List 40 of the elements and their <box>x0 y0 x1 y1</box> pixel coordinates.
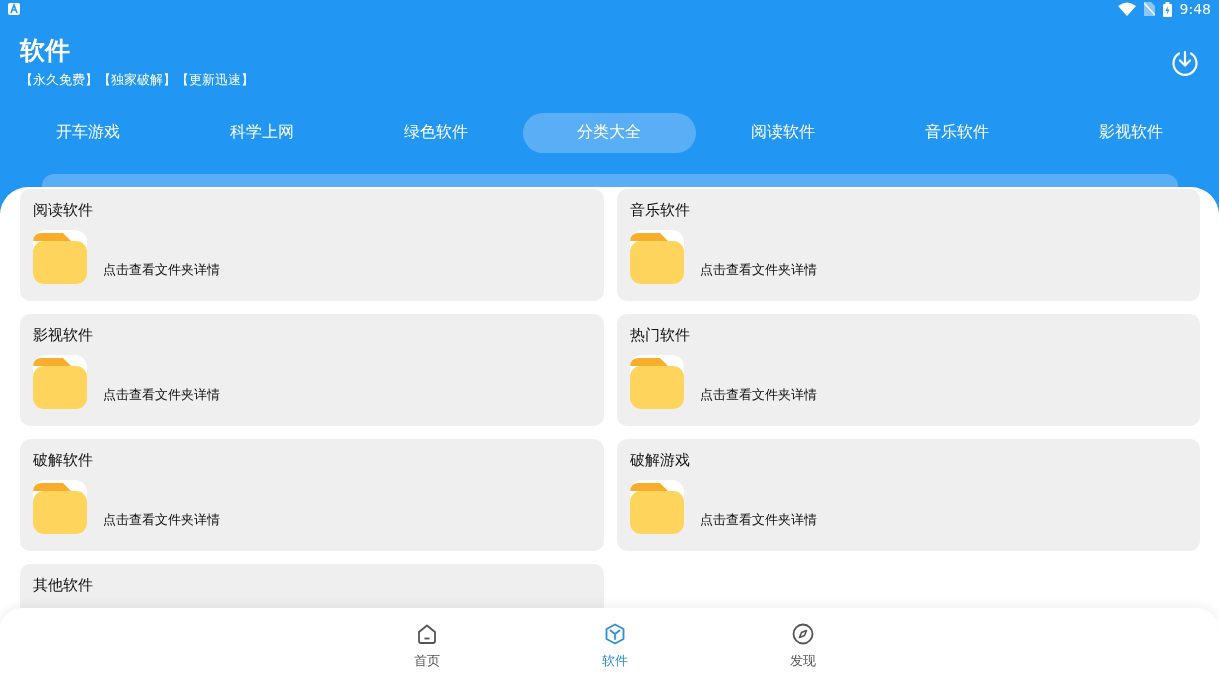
folder-name: 音乐软件 <box>629 200 691 221</box>
wifi-icon <box>1117 2 1136 16</box>
folder-name: 热门软件 <box>629 325 691 346</box>
clock-time: 9:48 <box>1179 0 1211 19</box>
nav-tab[interactable]: 首页 <box>332 608 521 681</box>
nav-tab[interactable]: 发现 <box>708 608 897 681</box>
folder-name: 影视软件 <box>33 325 94 346</box>
nav-tab[interactable]: 软件 <box>520 608 709 681</box>
folder-hint: 点击查看文件夹详情 <box>699 260 817 279</box>
page-subtitle: 【永久免费】【独家破解】【更新迅速】 <box>20 71 254 89</box>
folder-card[interactable]: 音乐软件 点击查看文件夹详情 <box>616 189 1200 301</box>
folder-icon <box>629 354 684 409</box>
notification-icon <box>8 3 20 15</box>
folder-name: 阅读软件 <box>33 200 94 221</box>
folder-hint: 点击查看文件夹详情 <box>699 385 817 404</box>
folder-card[interactable]: 影视软件 点击查看文件夹详情 <box>20 314 604 426</box>
folder-icon <box>629 229 684 284</box>
folder-name: 破解游戏 <box>629 450 691 471</box>
folder-hint: 点击查看文件夹详情 <box>103 385 220 404</box>
folder-icon <box>629 479 684 534</box>
folder-name: 其他软件 <box>33 575 94 596</box>
folder-card[interactable]: 其他软件 <box>20 564 604 608</box>
folder-hint: 点击查看文件夹详情 <box>103 260 220 279</box>
cube-icon <box>603 623 626 645</box>
folder-card[interactable]: 破解软件 点击查看文件夹详情 <box>20 439 604 551</box>
no-sim-icon <box>1143 2 1155 16</box>
folder-icon <box>33 354 87 409</box>
compass-icon <box>791 623 814 645</box>
page-title: 软件 <box>20 38 71 63</box>
home-icon <box>415 623 438 645</box>
folder-icon <box>33 229 87 284</box>
folder-card[interactable]: 热门软件 点击查看文件夹详情 <box>616 314 1200 426</box>
folder-hint: 点击查看文件夹详情 <box>699 510 817 529</box>
folder-hint: 点击查看文件夹详情 <box>103 510 220 529</box>
folder-icon <box>33 479 87 534</box>
folder-card[interactable]: 阅读软件 点击查看文件夹详情 <box>20 189 604 301</box>
download-icon[interactable] <box>1171 48 1199 76</box>
battery-charging-icon <box>1162 1 1172 17</box>
folder-name: 破解软件 <box>33 450 94 471</box>
folder-card[interactable]: 破解游戏 点击查看文件夹详情 <box>616 439 1200 551</box>
